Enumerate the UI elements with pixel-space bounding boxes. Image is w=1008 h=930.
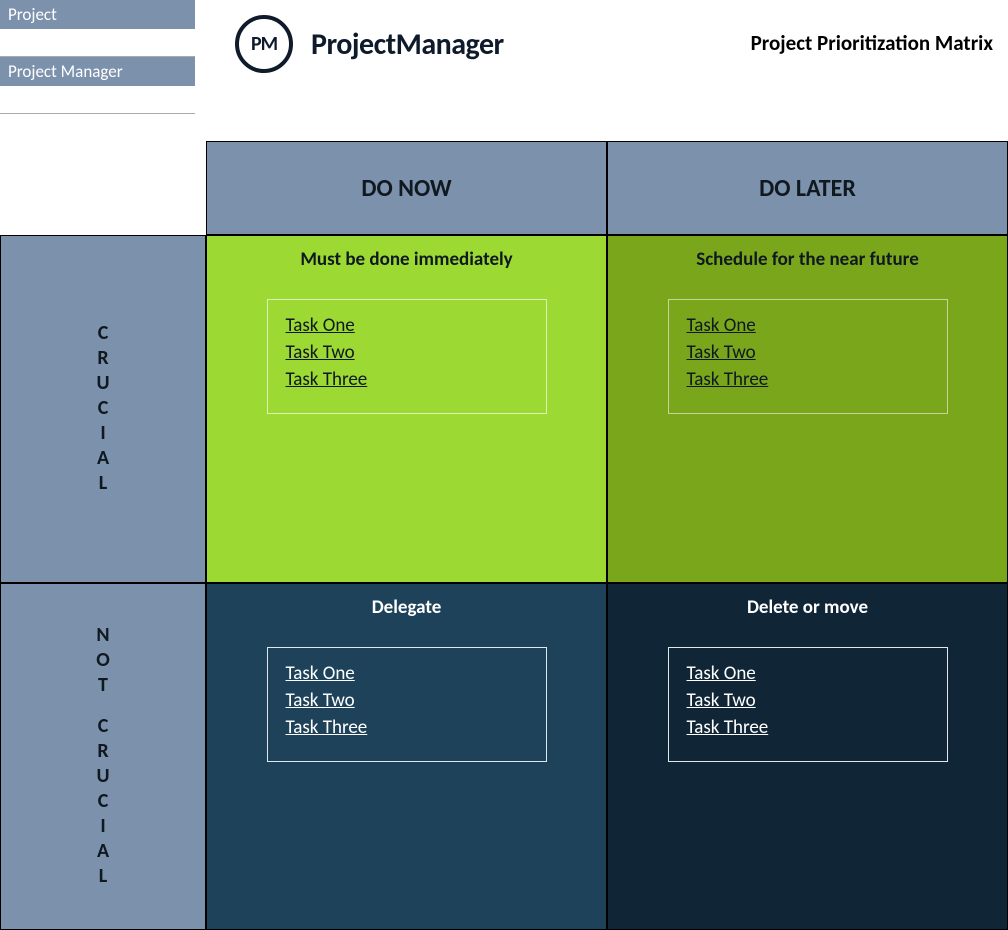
logo-icon: PM	[235, 15, 293, 73]
quadrant-do-later-subtitle: Schedule for the near future	[638, 248, 977, 271]
task-item[interactable]: Task Two	[687, 341, 929, 364]
task-item[interactable]: Task Two	[687, 689, 929, 712]
task-item[interactable]: Task Two	[286, 689, 528, 712]
task-box-do-now[interactable]: Task One Task Two Task Three	[267, 299, 547, 414]
manager-input[interactable]	[0, 87, 195, 114]
row-header-not-crucial: NOT CRUCIAL	[0, 583, 206, 930]
quadrant-do-now: Must be done immediately Task One Task T…	[206, 235, 607, 583]
row-label-crucial-2: CRUCIAL	[96, 714, 109, 889]
task-item[interactable]: Task Three	[286, 368, 528, 391]
priority-matrix: DO NOW DO LATER CRUCIAL Must be done imm…	[0, 141, 1008, 930]
task-box-delete[interactable]: Task One Task Two Task Three	[668, 647, 948, 762]
quadrant-do-now-subtitle: Must be done immediately	[237, 248, 576, 271]
task-box-do-later[interactable]: Task One Task Two Task Three	[668, 299, 948, 414]
manager-label: Project Manager	[0, 57, 195, 87]
row-label-crucial: CRUCIAL	[96, 321, 109, 496]
task-box-delegate[interactable]: Task One Task Two Task Three	[267, 647, 547, 762]
brand-name: ProjectManager	[311, 26, 504, 63]
task-item[interactable]: Task Three	[286, 716, 528, 739]
column-header-do-later: DO LATER	[607, 141, 1008, 235]
task-item[interactable]: Task Three	[687, 368, 929, 391]
row-header-crucial: CRUCIAL	[0, 235, 206, 583]
task-item[interactable]: Task One	[286, 314, 528, 337]
quadrant-delete-subtitle: Delete or move	[638, 596, 977, 619]
task-item[interactable]: Task Three	[687, 716, 929, 739]
task-item[interactable]: Task One	[687, 314, 929, 337]
quadrant-delegate-subtitle: Delegate	[237, 596, 576, 619]
project-label: Project	[0, 0, 195, 30]
fields-block: Project Project Manager	[0, 0, 195, 114]
column-header-do-now: DO NOW	[206, 141, 607, 235]
task-item[interactable]: Task One	[687, 662, 929, 685]
quadrant-do-later: Schedule for the near future Task One Ta…	[607, 235, 1008, 583]
task-item[interactable]: Task Two	[286, 341, 528, 364]
quadrant-delegate: Delegate Task One Task Two Task Three	[206, 583, 607, 930]
page-title: Project Prioritization Matrix	[751, 30, 993, 56]
brand-area: PM ProjectManager	[235, 15, 504, 73]
quadrant-delete: Delete or move Task One Task Two Task Th…	[607, 583, 1008, 930]
matrix-corner-blank	[0, 141, 206, 235]
row-label-not: NOT	[96, 623, 110, 698]
page-container: Project Project Manager PM ProjectManage…	[0, 0, 1008, 930]
project-input[interactable]	[0, 30, 195, 57]
task-item[interactable]: Task One	[286, 662, 528, 685]
